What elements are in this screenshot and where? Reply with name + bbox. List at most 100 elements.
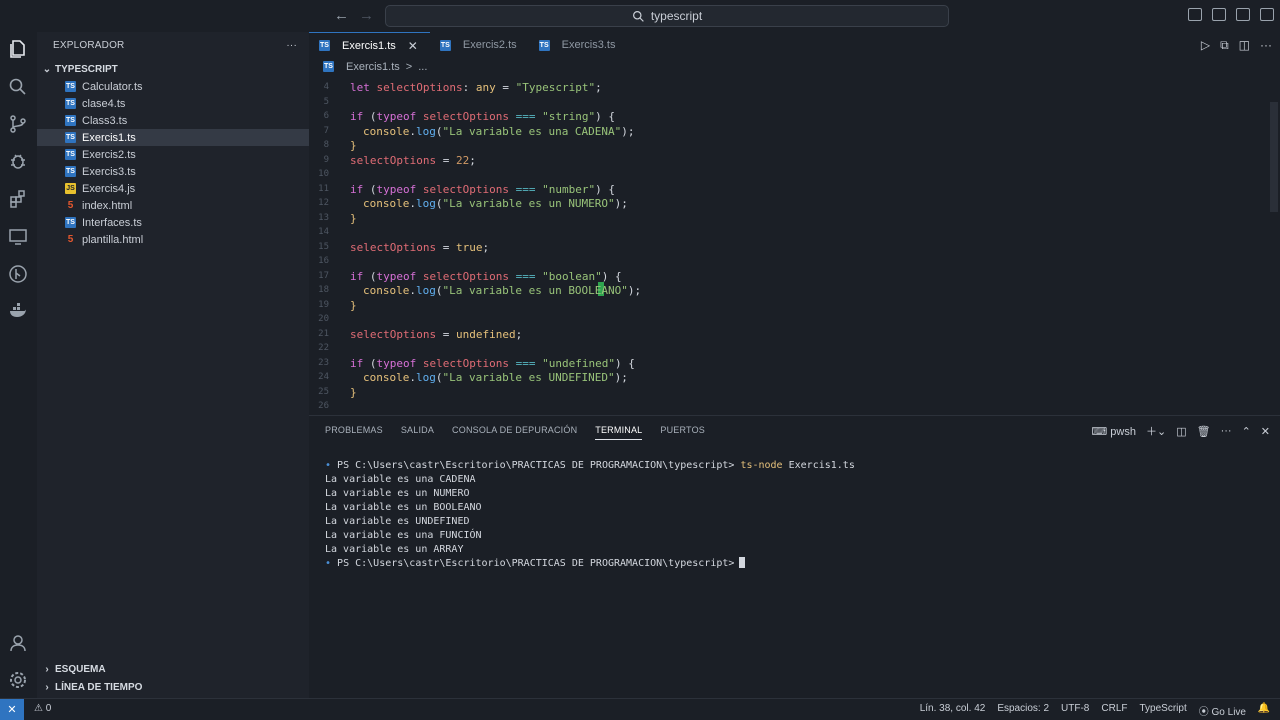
code-line[interactable]: 6 if (typeof selectOptions === "string") … — [309, 109, 1269, 124]
source-control-icon[interactable] — [7, 113, 29, 135]
code-line[interactable]: 26 — [309, 399, 1269, 414]
code-line[interactable]: 4 let selectOptions: any = "Typescript"; — [309, 80, 1269, 95]
more-actions-icon[interactable]: ··· — [1260, 38, 1272, 53]
code-line[interactable]: 17 if (typeof selectOptions === "boolean"… — [309, 269, 1269, 284]
code-line[interactable]: 25} — [309, 385, 1269, 400]
code-line[interactable]: 18 console.log("La variable es un BOOLEAN… — [309, 283, 1269, 298]
panel-tab[interactable]: PROBLEMAS — [325, 425, 383, 435]
customize-layout-icon[interactable] — [1260, 8, 1274, 21]
command-center-search[interactable]: typescript — [385, 5, 949, 27]
editor-scrollbar[interactable] — [1270, 102, 1278, 212]
account-icon[interactable] — [7, 632, 29, 654]
file-item[interactable]: TS Exercis3.ts — [37, 163, 309, 180]
file-label: Class3.ts — [82, 114, 128, 127]
tab-label: Exercis2.ts — [462, 39, 517, 51]
code-line[interactable]: 23 if (typeof selectOptions === "undefine… — [309, 356, 1269, 371]
code-token: ) { — [595, 183, 615, 196]
code-line[interactable]: 16 — [309, 254, 1269, 269]
prompt-dot-icon: • — [325, 558, 338, 569]
go-live-button[interactable]: ⦿ Go Live — [1199, 703, 1246, 718]
encoding[interactable]: UTF-8 — [1061, 703, 1089, 718]
extensions-icon[interactable] — [7, 188, 29, 210]
remote-explorer-icon[interactable] — [7, 226, 29, 248]
terminal-shell[interactable]: ⌨ pwsh — [1091, 425, 1136, 438]
code-line[interactable]: 21 selectOptions = undefined; — [309, 327, 1269, 342]
code-line[interactable]: 22 — [309, 341, 1269, 356]
outline-section[interactable]: › ESQUEMA — [37, 660, 309, 678]
panel-tab[interactable]: PUERTOS — [660, 425, 705, 435]
code-line[interactable]: 11 if (typeof selectOptions === "number")… — [309, 182, 1269, 197]
git-graph-icon[interactable] — [7, 263, 29, 285]
open-preview-icon[interactable]: ⧉ — [1220, 38, 1229, 53]
file-item[interactable]: 5 plantilla.html — [37, 231, 309, 248]
explorer-icon[interactable] — [7, 38, 29, 60]
code-line[interactable]: 9 selectOptions = 22; — [309, 153, 1269, 168]
split-terminal-icon[interactable]: ◫ — [1176, 425, 1186, 438]
notifications-bell-icon[interactable]: 🔔 — [1258, 703, 1270, 714]
more-actions-icon[interactable]: ··· — [286, 40, 297, 51]
file-item[interactable]: TS Calculator.ts — [37, 78, 309, 95]
new-terminal-icon[interactable]: ＋⌄ — [1146, 423, 1166, 439]
terminal-cursor — [739, 557, 746, 568]
panel-tab[interactable]: CONSOLA DE DEPURACIÓN — [452, 425, 577, 435]
run-code-icon[interactable]: ▷ — [1201, 38, 1210, 53]
forward-arrow-icon[interactable]: → — [359, 7, 374, 24]
code-line[interactable]: 14 — [309, 225, 1269, 240]
code-token: "Typescript" — [515, 81, 596, 94]
file-item[interactable]: TS Class3.ts — [37, 112, 309, 129]
code-line[interactable]: 5 — [309, 95, 1269, 110]
maximize-panel-icon[interactable]: ⌃ — [1242, 425, 1251, 438]
tab-exercis1[interactable]: TS Exercis1.ts ✕ — [309, 32, 430, 58]
more-actions-icon[interactable]: ··· — [1221, 425, 1232, 437]
docker-icon[interactable] — [7, 300, 29, 322]
split-editor-icon[interactable]: ◫ — [1239, 38, 1250, 53]
code-token: === — [508, 110, 543, 123]
run-debug-icon[interactable] — [7, 150, 29, 172]
code-line[interactable]: 12 console.log("La variable es un NUMERO"… — [309, 196, 1269, 211]
file-item[interactable]: TS Exercis2.ts — [37, 146, 309, 163]
code-line[interactable]: 8} — [309, 138, 1269, 153]
file-item[interactable]: TS Exercis1.ts — [37, 129, 309, 146]
breadcrumb-file[interactable]: Exercis1.ts — [346, 61, 400, 73]
code-token: "string" — [542, 110, 596, 123]
panel-tab[interactable]: TERMINAL — [595, 425, 643, 440]
close-panel-icon[interactable]: ✕ — [1261, 425, 1270, 438]
folder-typescript[interactable]: ⌄ TYPESCRIPT — [37, 60, 309, 78]
code-line[interactable]: 19} — [309, 298, 1269, 313]
typescript-file-icon: TS — [65, 149, 76, 160]
tab-exercis3[interactable]: TS Exercis3.ts — [529, 32, 628, 58]
problems-indicator[interactable]: ⚠ 0 — [34, 703, 51, 714]
toggle-secondary-sidebar-icon[interactable] — [1236, 8, 1250, 21]
code-line[interactable]: 20 — [309, 312, 1269, 327]
file-item[interactable]: JS Exercis4.js — [37, 180, 309, 197]
code-token: . — [409, 284, 416, 297]
toggle-primary-sidebar-icon[interactable] — [1188, 8, 1202, 21]
indentation[interactable]: Espacios: 2 — [997, 703, 1049, 718]
toggle-panel-icon[interactable] — [1212, 8, 1226, 21]
eol[interactable]: CRLF — [1101, 703, 1127, 718]
search-icon[interactable] — [7, 76, 29, 98]
code-token: if — [350, 357, 364, 370]
code-editor[interactable]: 4 let selectOptions: any = "Typescript"; 5… — [309, 80, 1269, 415]
breadcrumb-rest[interactable]: ... — [418, 61, 427, 73]
code-line[interactable]: 15 selectOptions = true; — [309, 240, 1269, 255]
code-line[interactable]: 24 console.log("La variable es UNDEFINED"… — [309, 370, 1269, 385]
remote-indicator[interactable]: ✕ — [0, 699, 24, 720]
file-item[interactable]: 5 index.html — [37, 197, 309, 214]
close-tab-icon[interactable]: ✕ — [408, 39, 418, 53]
settings-gear-icon[interactable] — [7, 669, 29, 691]
code-line[interactable]: 7 console.log("La variable es una CADENA"… — [309, 124, 1269, 139]
code-line[interactable]: 10 — [309, 167, 1269, 182]
file-item[interactable]: TS Interfaces.ts — [37, 214, 309, 231]
cursor-position[interactable]: Lín. 38, col. 42 — [920, 703, 986, 718]
terminal-output[interactable]: • PS C:\Users\castr\Escritorio\PRACTICAS… — [325, 459, 855, 571]
back-arrow-icon[interactable]: ← — [334, 7, 349, 24]
language-mode[interactable]: TypeScript — [1140, 703, 1187, 718]
panel-tab[interactable]: SALIDA — [401, 425, 434, 435]
tab-exercis2[interactable]: TS Exercis2.ts — [430, 32, 529, 58]
timeline-section[interactable]: › LÍNEA DE TIEMPO — [37, 678, 309, 696]
code-line[interactable]: 13} — [309, 211, 1269, 226]
kill-terminal-icon[interactable]: 🗑 — [1197, 425, 1211, 438]
file-item[interactable]: TS clase4.ts — [37, 95, 309, 112]
